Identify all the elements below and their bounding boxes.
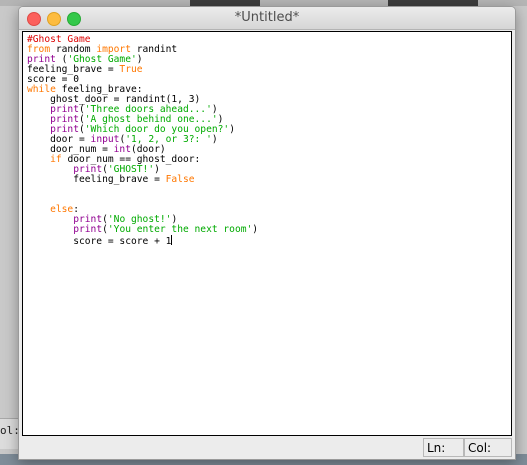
editor-window: *Untitled* #Ghost Game from random import… xyxy=(18,6,516,460)
zoom-button[interactable] xyxy=(67,12,81,26)
code-token-plain: feeling_brave = xyxy=(27,174,166,186)
status-bar: Ln: 21 Col: 25 xyxy=(19,437,515,459)
code-line[interactable]: feeling_brave = False xyxy=(27,175,511,185)
code-line[interactable] xyxy=(27,185,511,195)
title-bar[interactable]: *Untitled* xyxy=(19,7,515,30)
code-token-plain: score = score + 1 xyxy=(27,236,172,248)
minimize-button[interactable] xyxy=(47,12,61,26)
text-caret xyxy=(171,235,173,246)
code-editor[interactable]: #Ghost Game from random import randint pri… xyxy=(22,31,512,436)
line-number-indicator: Ln: 21 xyxy=(423,438,464,457)
code-token-keyword: False xyxy=(165,174,195,186)
code-line[interactable]: print('You enter the next room') xyxy=(27,225,511,235)
code-token-plain: ) xyxy=(229,124,235,136)
code-token-plain: ) xyxy=(211,134,218,146)
code-token-plain: ) xyxy=(252,224,259,236)
window-title: *Untitled* xyxy=(234,10,300,25)
code-token-keyword: True xyxy=(119,64,143,76)
column-number-indicator: Col: 25 xyxy=(464,438,512,457)
code-text[interactable]: #Ghost Game from random import randint pri… xyxy=(23,32,511,248)
close-button[interactable] xyxy=(27,12,41,26)
code-line[interactable]: feeling_brave = True xyxy=(27,65,511,75)
code-line[interactable]: score = score + 1 xyxy=(27,235,511,248)
code-token-builtin: print xyxy=(73,224,103,236)
code-token-string: 'You enter the next room' xyxy=(107,224,253,236)
code-line[interactable] xyxy=(27,195,511,205)
